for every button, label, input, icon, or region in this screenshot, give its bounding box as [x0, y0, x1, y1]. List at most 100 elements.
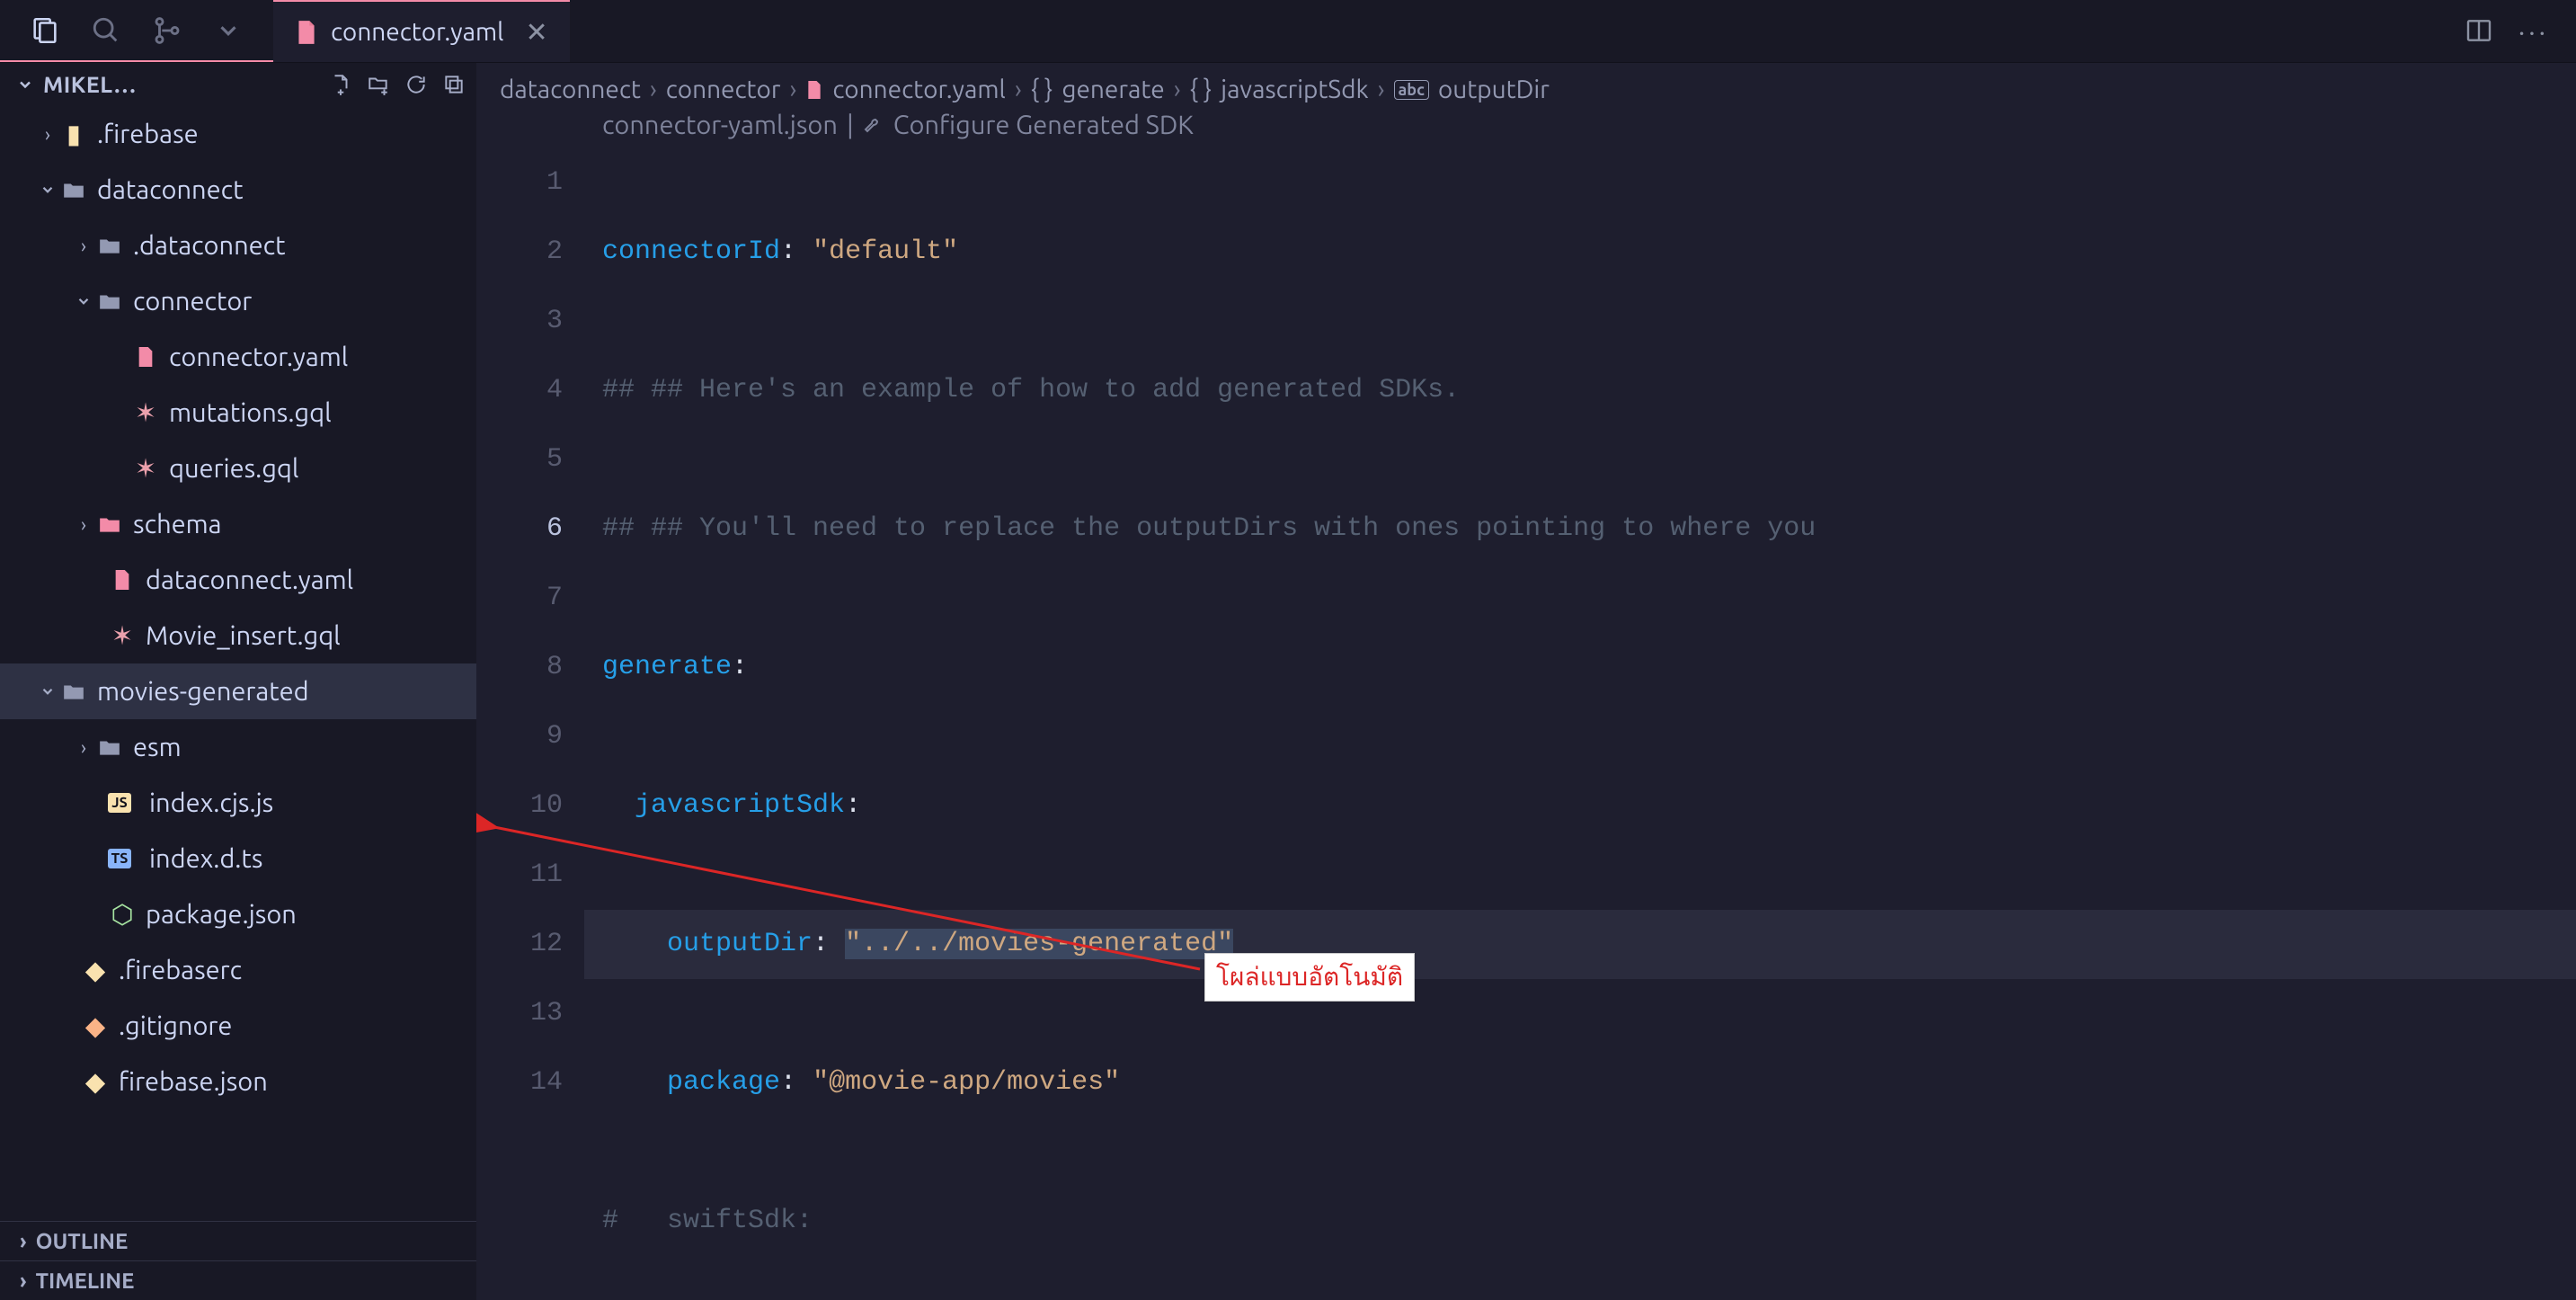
- breadcrumb-segment[interactable]: generate: [1061, 76, 1164, 103]
- explorer-icon[interactable]: [27, 13, 63, 49]
- editor: dataconnect › connector › connector.yaml…: [476, 63, 2576, 1300]
- folder-icon: [95, 737, 124, 757]
- file-tree: › ▮ .firebase dataconnect › .dataconnect…: [0, 106, 476, 1221]
- tree-file-movie-insert[interactable]: ✶ Movie_insert.gql: [0, 608, 476, 663]
- chevron-right-icon: ›: [789, 76, 796, 103]
- chevron-right-icon: ›: [1378, 76, 1385, 103]
- tab-title: connector.yaml: [331, 18, 504, 46]
- git-icon: ◆: [81, 1011, 110, 1041]
- tree-file-queries[interactable]: ✶ queries.gql: [0, 441, 476, 496]
- tree-file-firebaserc[interactable]: ◆ .firebaserc: [0, 942, 476, 998]
- tree-file-firebase-json[interactable]: ◆ firebase.json: [0, 1054, 476, 1109]
- tree-label: mutations.gql: [169, 398, 332, 427]
- tree-file-gitignore[interactable]: ◆ .gitignore: [0, 998, 476, 1054]
- main-body: MIKEL… › ▮ .firebase dataconnect ›: [0, 63, 2576, 1300]
- outline-section[interactable]: › OUTLINE: [0, 1221, 476, 1260]
- breadcrumb-segment[interactable]: outputDir: [1438, 76, 1550, 103]
- breadcrumb-segment[interactable]: connector.yaml: [832, 76, 1006, 103]
- tree-label: package.json: [146, 900, 297, 929]
- codelens-file[interactable]: connector-yaml.json: [602, 111, 838, 139]
- codelens: connector-yaml.json | Configure Generate…: [476, 107, 2576, 148]
- tree-folder-connector[interactable]: connector: [0, 273, 476, 329]
- section-label: TIMELINE: [36, 1269, 135, 1293]
- timeline-section[interactable]: › TIMELINE: [0, 1260, 476, 1300]
- tree-file-dataconnect-yaml[interactable]: dataconnect.yaml: [0, 552, 476, 608]
- yaml-file-icon: [805, 79, 823, 101]
- tree-label: esm: [133, 733, 182, 761]
- yaml-file-icon: [131, 345, 160, 369]
- tree-label: .firebaserc: [119, 956, 242, 984]
- tree-label: movies-generated: [97, 677, 309, 706]
- folder-open-icon: [59, 681, 88, 701]
- collapse-all-icon[interactable]: [442, 73, 466, 96]
- tree-folder-dataconnect[interactable]: dataconnect: [0, 162, 476, 218]
- codelens-action[interactable]: Configure Generated SDK: [893, 111, 1194, 139]
- breadcrumb-segment[interactable]: connector: [666, 76, 781, 103]
- npm-icon: ⬡: [108, 899, 137, 930]
- tree-label: connector.yaml: [169, 343, 348, 371]
- tree-file-connector-yaml[interactable]: connector.yaml: [0, 329, 476, 385]
- annotation-label: โผล่แบบอัตโนมัติ: [1204, 953, 1415, 1002]
- chevron-down-icon: [16, 76, 34, 93]
- tree-file-package-json[interactable]: ⬡ package.json: [0, 886, 476, 942]
- tree-label: .dataconnect: [133, 231, 286, 260]
- tree-label: firebase.json: [119, 1067, 268, 1096]
- project-name: MIKEL…: [43, 72, 137, 97]
- source-control-icon[interactable]: [149, 13, 185, 49]
- tree-label: queries.gql: [169, 454, 298, 483]
- tree-file-mutations[interactable]: ✶ mutations.gql: [0, 385, 476, 441]
- yaml-file-icon: [295, 19, 318, 46]
- breadcrumb-segment[interactable]: javascriptSdk: [1221, 76, 1368, 103]
- tree-label: dataconnect.yaml: [146, 565, 353, 594]
- folder-open-icon: [59, 180, 88, 200]
- ts-icon: TS: [108, 849, 131, 868]
- breadcrumb-segment[interactable]: dataconnect: [500, 76, 641, 103]
- chevron-right-icon: ›: [20, 1269, 27, 1293]
- code-lines[interactable]: connectorId: "default" ## ## Here's an e…: [584, 148, 2576, 1300]
- tree-label: .firebase: [97, 120, 199, 148]
- braces-icon: { }: [1190, 76, 1212, 103]
- chevron-right-icon: ›: [1174, 76, 1181, 103]
- wrench-icon: [863, 114, 884, 136]
- new-file-icon[interactable]: [329, 73, 352, 96]
- graphql-icon: ✶: [131, 397, 160, 428]
- breadcrumb[interactable]: dataconnect › connector › connector.yaml…: [476, 63, 2576, 107]
- tree-label: dataconnect: [97, 175, 244, 204]
- split-editor-icon[interactable]: [2465, 16, 2493, 47]
- string-icon: abc: [1394, 80, 1429, 100]
- folder-open-icon: [95, 291, 124, 311]
- editor-actions: ···: [2438, 16, 2576, 47]
- braces-icon: { }: [1031, 76, 1053, 103]
- yaml-file-icon: [108, 568, 137, 592]
- tree-folder-schema[interactable]: › schema: [0, 496, 476, 552]
- tree-folder-esm[interactable]: › esm: [0, 719, 476, 775]
- tree-label: Movie_insert.gql: [146, 621, 341, 650]
- tab-connector-yaml[interactable]: connector.yaml ✕: [273, 0, 570, 62]
- explorer-header[interactable]: MIKEL…: [0, 63, 476, 106]
- tree-file-index-dts[interactable]: TS index.d.ts: [0, 831, 476, 886]
- code-view[interactable]: 1 2 3 4 5 6 7 8 9 10 11 12 13 14 connect…: [476, 148, 2576, 1300]
- new-folder-icon[interactable]: [367, 73, 390, 96]
- graphql-icon: ✶: [108, 620, 137, 651]
- section-label: OUTLINE: [36, 1229, 129, 1253]
- title-bar: connector.yaml ✕ ···: [0, 0, 2576, 63]
- tree-file-index-cjs[interactable]: JS index.cjs.js: [0, 775, 476, 831]
- sidebar: MIKEL… › ▮ .firebase dataconnect ›: [0, 63, 476, 1300]
- chevron-down-icon[interactable]: [210, 13, 246, 49]
- chevron-right-icon: ›: [650, 76, 657, 103]
- chevron-right-icon: ›: [20, 1229, 27, 1253]
- firebase-icon: ◆: [81, 955, 110, 985]
- tree-label: schema: [133, 510, 222, 539]
- tree-folder-movies-generated[interactable]: movies-generated: [0, 663, 476, 719]
- tree-folder-dotdataconnect[interactable]: › .dataconnect: [0, 218, 476, 273]
- refresh-icon[interactable]: [404, 73, 428, 96]
- tree-folder-firebase[interactable]: › ▮ .firebase: [0, 106, 476, 162]
- folder-icon: ▮: [59, 119, 88, 149]
- chevron-right-icon: ›: [1015, 76, 1022, 103]
- tree-label: .gitignore: [119, 1011, 232, 1040]
- close-icon[interactable]: ✕: [526, 16, 548, 49]
- tree-label: connector: [133, 287, 252, 316]
- search-icon[interactable]: [88, 13, 124, 49]
- firebase-icon: ◆: [81, 1066, 110, 1097]
- more-actions-icon[interactable]: ···: [2518, 16, 2549, 47]
